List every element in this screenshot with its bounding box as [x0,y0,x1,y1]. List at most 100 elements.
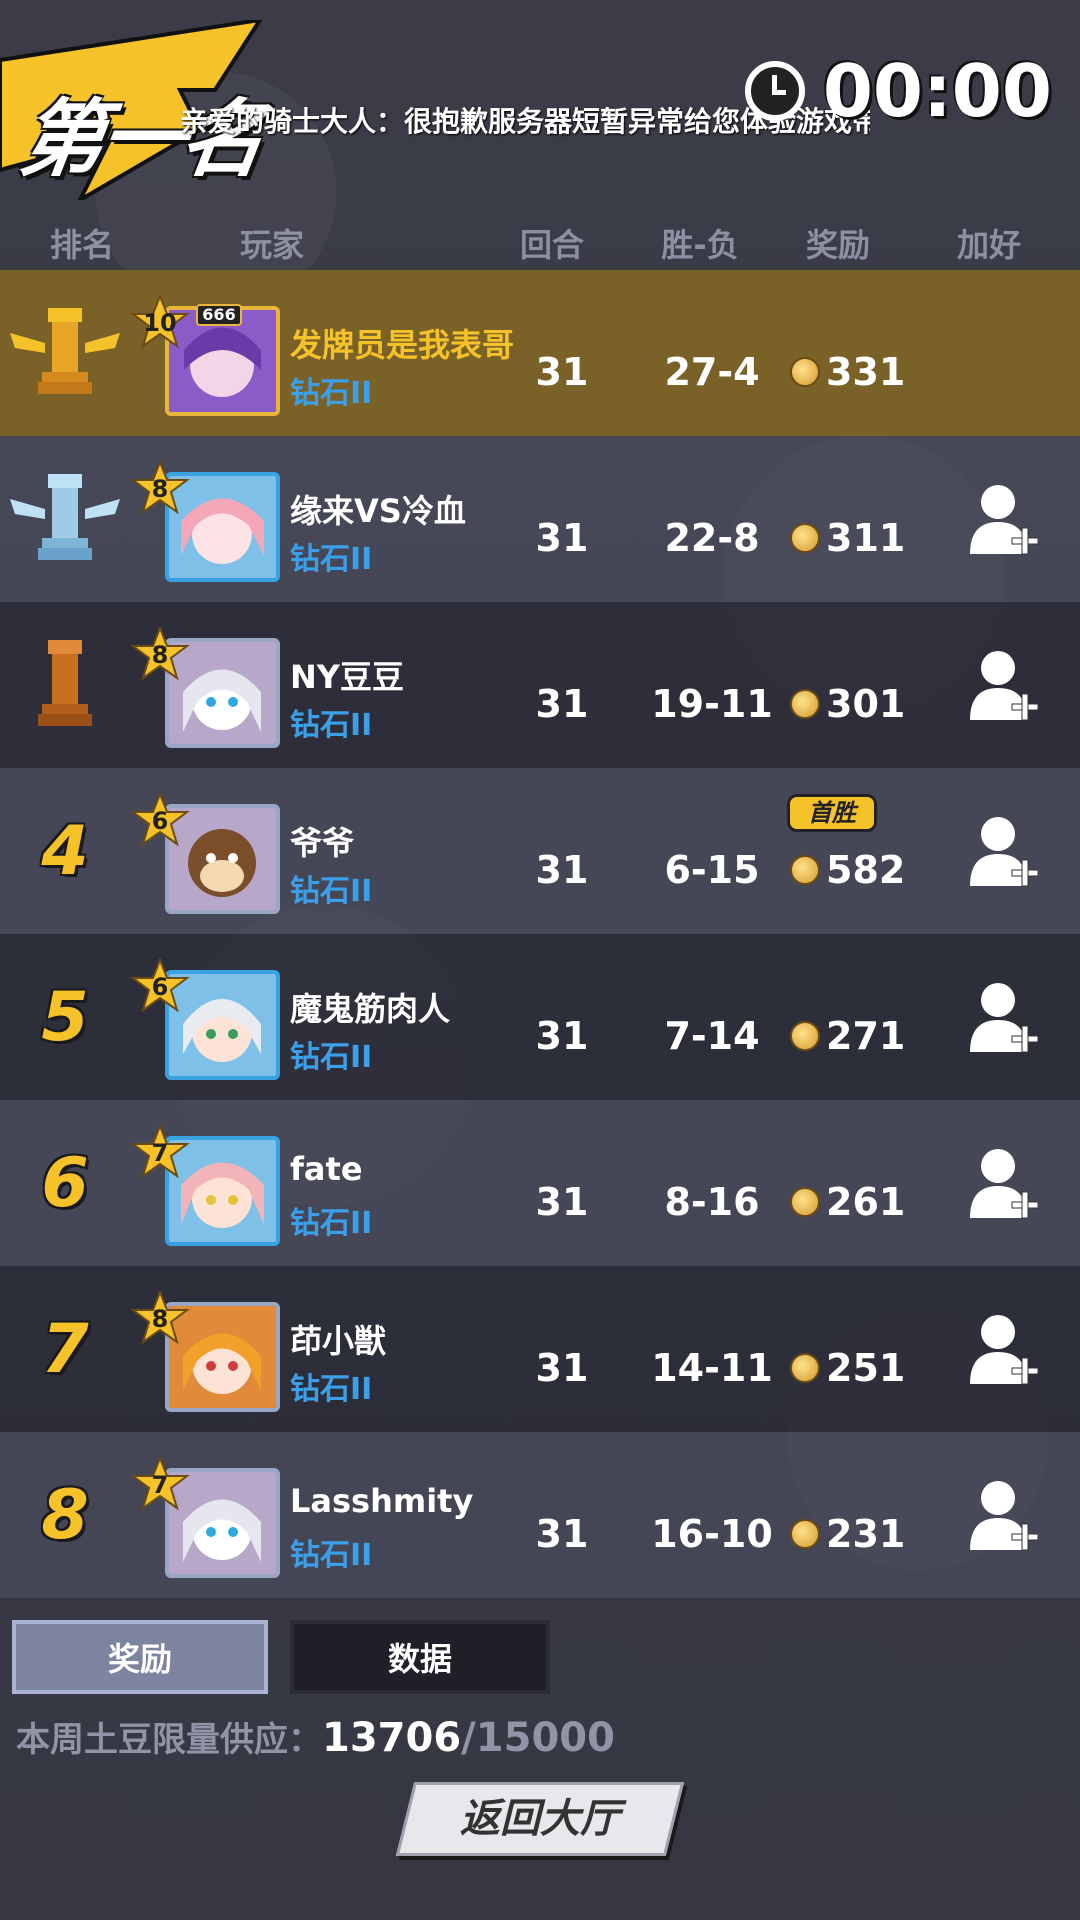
column-reward: 奖励 [805,226,871,264]
rank-number: 6 [41,1143,89,1223]
column-rounds: 回合 [519,226,585,264]
reward-value: 231 [826,1512,906,1556]
weekly-supply: 本周土豆限量供应：13706/15000 [16,1712,615,1761]
add-friend-icon[interactable] [968,814,1039,894]
reward-value: 311 [826,516,906,560]
winloss-value: 16-10 [651,1512,773,1556]
silver-rook-trophy-icon [10,454,120,584]
rounds-value: 31 [535,1512,589,1556]
player-tier: 钻石II [290,542,373,577]
winloss-value: 14-11 [651,1346,773,1390]
column-headers: 排名 玩家 回合 胜-负 奖励 加好友 [0,220,1080,310]
reward-value: 301 [826,682,906,726]
level-number: 7 [151,1139,169,1167]
reward: 231 [790,1512,905,1556]
table-row: 8 7 Lasshmity 钻石II 31 16-10 231 [0,1432,1080,1598]
add-friend-icon[interactable] [968,1146,1039,1226]
reward: 582 [790,848,905,892]
table-row: 8 NY豆豆 钻石II 31 19-11 301 [0,602,1080,768]
level-star-icon: 6 [130,792,190,852]
level-number: 6 [151,807,169,835]
player-name[interactable]: 发牌员是我表哥 [290,320,514,366]
reward-value: 582 [826,848,906,892]
player-tier: 钻石II [290,874,373,909]
winloss-value: 6-15 [664,848,760,892]
potato-coin-icon [790,1187,820,1217]
reward: 311 [790,516,905,560]
player-name[interactable]: Lasshmity [290,1482,473,1520]
player-tier: 钻石II [290,1206,373,1241]
rounds-value: 31 [535,1346,589,1390]
reward-value: 271 [826,1014,906,1058]
gold-rook-trophy-icon [10,288,120,418]
player-name[interactable]: 缘来VS冷血 [290,486,466,532]
player-tier: 钻石II [290,708,373,743]
rounds-value: 31 [535,516,589,560]
level-star-icon: 7 [130,1456,190,1516]
table-row: 4 6 爷爷 钻石II 31 6-15 首胜 582 [0,768,1080,934]
supply-label: 本周土豆限量供应： [16,1720,322,1760]
tab-data[interactable]: 数据 [290,1620,550,1694]
player-tier: 钻石II [290,1372,373,1407]
column-rank: 排名 [49,226,115,264]
potato-coin-icon [790,855,820,885]
clock-icon [744,61,805,121]
potato-coin-icon [790,357,820,387]
tab-reward[interactable]: 奖励 [12,1620,268,1694]
reward: 261 [790,1180,905,1224]
reward: 331 [790,350,905,394]
column-winloss: 胜-负 [661,226,739,264]
add-friend-icon[interactable] [968,648,1039,728]
rank-number: 4 [41,811,89,891]
potato-coin-icon [790,689,820,719]
player-tier: 钻石II [290,1538,373,1573]
reward: 271 [790,1014,905,1058]
reward: 251 [790,1346,905,1390]
column-player: 玩家 [239,226,305,264]
level-star-icon: 8 [130,460,190,520]
supply-current: 13706 [322,1715,462,1761]
level-star-icon: 8 [130,1290,190,1350]
level-number: 10 [143,309,177,337]
add-friend-icon[interactable] [968,980,1039,1060]
potato-coin-icon [790,1519,820,1549]
table-row: 10 666 发牌员是我表哥 钻石II 31 27-4 331 [0,270,1080,436]
rank-number: 7 [41,1309,89,1389]
potato-coin-icon [790,1021,820,1051]
level-star-icon: 8 [130,626,190,686]
rounds-value: 31 [535,350,589,394]
add-friend-icon[interactable] [968,482,1039,562]
winloss-value: 27-4 [664,350,760,394]
add-friend-icon[interactable] [968,1312,1039,1392]
winloss-value: 22-8 [664,516,760,560]
winloss-value: 8-16 [664,1180,760,1224]
add-friend-icon[interactable] [968,1478,1039,1558]
level-number: 6 [151,973,169,1001]
level-number: 7 [151,1471,169,1499]
player-name[interactable]: 茚小獣 [290,1316,386,1362]
player-name[interactable]: 魔鬼筋肉人 [290,984,450,1030]
player-name[interactable]: fate [290,1150,363,1188]
level-number: 8 [151,1305,169,1333]
player-name[interactable]: 爷爷 [290,818,354,864]
level-star-icon: 6 [130,958,190,1018]
reward-value: 251 [826,1346,906,1390]
rounds-value: 31 [535,848,589,892]
bronze-rook-trophy-icon [10,620,120,750]
player-name[interactable]: NY豆豆 [290,652,404,698]
table-row: 7 8 茚小獣 钻石II 31 14-11 251 [0,1266,1080,1432]
return-lobby-button[interactable]: 返回大厅 [395,1782,685,1856]
rank-number: 5 [41,977,89,1057]
reward-value: 331 [826,350,906,394]
title-badge: 666 [196,304,242,326]
rounds-value: 31 [535,1180,589,1224]
supply-max: /15000 [461,1715,615,1761]
level-star-icon: 10 [130,294,190,354]
leaderboard: 10 666 发牌员是我表哥 钻石II 31 27-4 331 8 缘来VS冷血… [0,270,1080,1598]
potato-coin-icon [790,1353,820,1383]
rank-number: 8 [41,1475,89,1555]
first-win-badge: 首胜 [787,794,877,832]
table-row: 5 6 魔鬼筋肉人 钻石II 31 7-14 271 [0,934,1080,1100]
rounds-value: 31 [535,1014,589,1058]
potato-coin-icon [790,523,820,553]
